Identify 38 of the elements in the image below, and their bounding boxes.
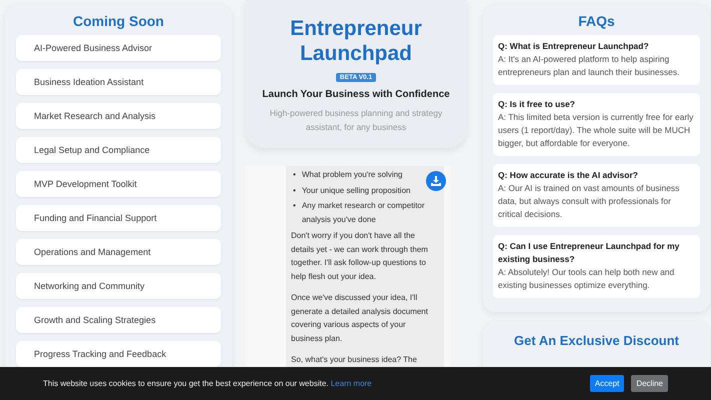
bullet-marker: •	[293, 184, 296, 196]
feature-item[interactable]: Operations and Management	[16, 239, 221, 265]
feature-item[interactable]: Growth and Scaling Strategies	[16, 307, 221, 333]
learn-more-link[interactable]: Learn more	[330, 379, 372, 388]
faq-question: Q: What is Entrepreneur Launchpad?	[498, 40, 650, 53]
faq-question: Q: How accurate is the AI advisor?	[498, 169, 639, 182]
subtitle: High-powered business planning and strategy assistant, for any business	[268, 107, 444, 134]
message-paragraph: Once we've discussed your idea, I'll generate a detailed analysis document covering various aspects of your business plan.	[291, 292, 429, 345]
feature-item[interactable]: Market Research and Analysis	[16, 103, 221, 129]
panel-heading: FAQs	[577, 13, 616, 29]
decline-button[interactable]: Decline	[631, 375, 668, 392]
panel-heading: Coming Soon	[72, 13, 165, 29]
feature-item[interactable]: MVP Development Toolkit	[16, 171, 221, 197]
message-paragraph: So, what's your business idea? The	[291, 354, 418, 366]
bullet-marker: •	[293, 200, 296, 212]
feature-item[interactable]: AI-Powered Business Advisor	[16, 35, 221, 61]
faq-answer: A: It's an AI-powered platform to help aspiring entrepreneurs plan and launch their businesses.	[498, 53, 680, 79]
faq-answer: A: Our AI is trained on vast amounts of business data, but always consult with professionals for critical decisions.	[498, 182, 680, 221]
message-paragraph: Don't worry if you don't have all the details yet - we can work through them together. I'll ask follow-up questions to help flesh out your idea.	[291, 230, 429, 283]
feature-item[interactable]: Business Ideation Assistant	[16, 69, 221, 95]
feature-item[interactable]: Networking and Community	[16, 273, 221, 299]
bullet-item: Your unique selling proposition	[302, 184, 412, 197]
app-title: Entrepreneur Launchpad	[289, 16, 423, 66]
cookie-text: This website uses cookies to ensure you get the best experience on our website.	[43, 379, 330, 388]
faq-question: Q: Can I use Entrepreneur Launchpad for my existing business?	[498, 240, 680, 266]
feature-item[interactable]: Legal Setup and Compliance	[16, 137, 221, 163]
feature-item[interactable]: Progress Tracking and Feedback	[16, 341, 221, 367]
discount-heading: Get An Exclusive Discount	[513, 333, 680, 348]
bullet-item: What problem you're solving	[302, 169, 404, 181]
bullet-marker: •	[293, 169, 296, 181]
faq-question: Q: Is it free to use?	[498, 98, 576, 111]
bullet-item: Any market research or competitor analysis you've done	[302, 200, 426, 226]
faq-answer: A: This limited beta version is currently free for early users (1 report/day). The whole suite will be MUCH bigger, but affordable for everyone.	[498, 111, 694, 150]
download-icon	[431, 176, 441, 186]
faq-answer: A: Absolutely! Our tools can help both new and existing businesses optimize everything.	[498, 266, 676, 292]
feature-item[interactable]: Funding and Financial Support	[16, 205, 221, 231]
tagline: Launch Your Business with Confidence	[261, 89, 451, 100]
accept-button[interactable]: Accept	[590, 375, 624, 392]
